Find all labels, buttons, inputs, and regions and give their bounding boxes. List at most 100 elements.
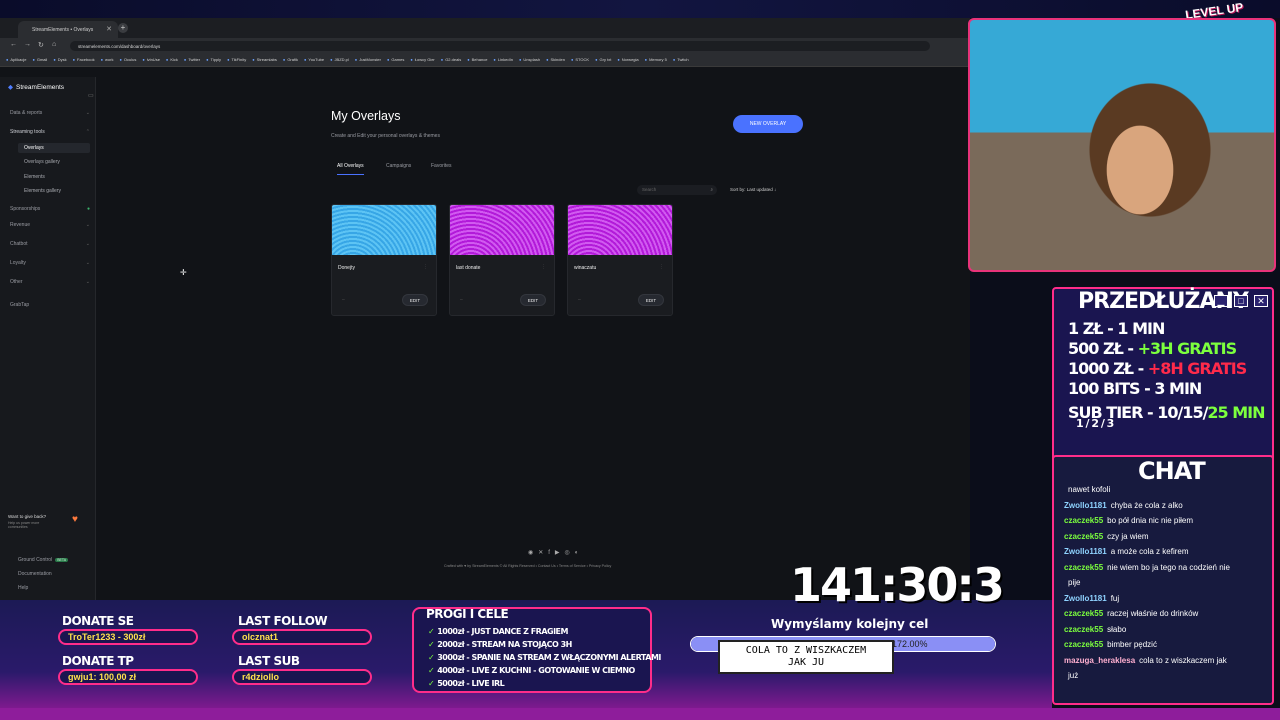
bookmark-item[interactable]: Memory 5 [645,57,667,66]
tab-favorites[interactable]: Favorites [431,163,452,169]
minimize-icon: ▁ [1214,295,1228,307]
bookmark-item[interactable]: JustMonster [355,57,381,66]
bookmark-item[interactable]: Kick [166,57,178,66]
bookmark-item[interactable]: work [101,57,113,66]
collapse-sidebar-icon[interactable]: ▭ [88,92,94,99]
bookmark-item[interactable]: Streamlabs [252,57,277,66]
bookmark-item[interactable]: LinkedIn [493,57,513,66]
sidebar-item-chatbot[interactable]: Chatbot ⌄ [10,241,90,247]
overlay-card[interactable]: winaczatu ⋮ – EDIT [567,204,673,316]
tab-all-overlays[interactable]: All Overlays [337,163,364,175]
bookmark-item[interactable]: Games [387,57,404,66]
bookmark-item[interactable]: Gry txt [595,57,612,66]
goals-panel: PROGI I CELE ✓ 1000zł - JUST DANCE Z FRAG… [412,607,661,693]
sidebar-item-loyalty[interactable]: Loyalty ⌄ [10,260,90,266]
sidebar-item-grabtap[interactable]: GrabTap [10,302,90,308]
sidebar-subitem-overlays-gallery[interactable]: Overlays gallery [24,159,60,165]
edit-button[interactable]: EDIT [520,294,546,306]
overlay-name: Donejty [338,265,355,271]
chevron-up-icon: ⌃ [85,129,90,135]
bookmark-item[interactable]: YouTube [304,57,324,66]
tab-streamelements[interactable]: StreamElements • Overlays ✕ [18,21,118,38]
rate-right: - [1137,359,1148,378]
rate-left: 500 ZŁ [1068,339,1124,358]
search-input[interactable]: Search ⌕ [637,185,717,195]
sidebar-item-label: Other [10,279,23,285]
overlay-thumbnail[interactable] [450,205,554,255]
social-icons[interactable]: ◉✕f▶◎◐ [528,549,583,556]
sort-dropdown[interactable]: Sort by: Last updated ↓ [730,187,776,192]
forward-icon[interactable]: → [24,41,31,48]
back-icon[interactable]: ← [10,41,17,48]
address-bar-row: ← → ↻ ⌂ streamelements.com/dashboard/ove… [0,38,970,54]
bookmark-item[interactable]: TikFinity [227,57,246,66]
overlay-card[interactable]: Donejty ⋮ – EDIT [331,204,437,316]
edit-button[interactable]: EDIT [402,294,428,306]
more-icon[interactable]: ⋮ [541,264,546,270]
more-icon[interactable]: ⋮ [423,264,428,270]
sidebar-item-label: Ground Control [18,557,53,563]
bookmark-item[interactable]: Oculus [120,57,136,66]
bookmark-item[interactable]: Norwegia [617,57,639,66]
chat-message: czaczek55 nie wiem bo ja tego na codzień … [1064,563,1230,572]
give-back-subtitle: Help us power more communities [8,521,40,529]
bookmark-item[interactable]: Unsplash [519,57,540,66]
sidebar-item-documentation[interactable]: Documentation [18,571,98,577]
bookmark-item[interactable]: Skinden [546,57,565,66]
bookmark-item[interactable]: Łowcy Gier [410,57,435,66]
se-logo[interactable]: StreamElements [8,83,64,91]
bookmark-item[interactable]: Behance [467,57,488,66]
sidebar-item-sponsorships[interactable]: Sponsorships ● [10,206,90,212]
edit-button[interactable]: EDIT [638,294,664,306]
home-icon[interactable]: ⌂ [52,41,56,48]
sidebar-item-label: Sponsorships [10,206,41,212]
give-back-box[interactable]: Want to give back? Help us power more co… [8,514,88,544]
card-dash: – [342,297,345,303]
bubble-line-1: COLA TO Z WISZKACZEM [745,645,867,656]
bookmark-item[interactable]: Grafik [283,57,298,66]
more-icon[interactable]: ⋮ [659,264,664,270]
donate-se-title: DONATE SE [62,614,134,628]
close-icon[interactable]: ✕ [106,25,112,33]
sidebar-item-label: Help [18,585,29,591]
tab-campaigns[interactable]: Campaigns [386,163,411,169]
stream-top-strip [0,0,1280,18]
bookmark-item[interactable]: JBZD.pl [330,57,349,66]
overlay-thumbnail[interactable] [568,205,672,255]
bookmark-item[interactable]: Aplikacje [6,57,26,66]
mouse-cursor-icon: ✛ [180,268,187,277]
card-dash: – [460,297,463,303]
new-overlay-button[interactable]: NEW OVERLAY [733,115,803,133]
footer-text: Crafted with ♥ by StreamElements © All R… [444,564,612,568]
bubble-line-2: JAK JU [787,657,825,668]
bookmark-item[interactable]: Tipply [206,57,222,66]
bookmark-item[interactable]: G2.deals [441,57,461,66]
url-field[interactable]: streamelements.com/dashboard/overlays [70,41,930,51]
sidebar-item-data-reports[interactable]: Data & reports ⌄ [10,110,90,116]
sidebar-item-streaming-tools[interactable]: Streaming tools ⌃ [10,129,90,135]
sidebar-item-revenue[interactable]: Revenue ⌄ [10,222,90,228]
bookmark-item[interactable]: lvlnUse [142,57,160,66]
sidebar-subitem-elements-gallery[interactable]: Elements gallery [24,188,61,194]
new-tab-button[interactable]: + [118,23,128,33]
reload-icon[interactable]: ↻ [38,41,44,49]
bookmark-item[interactable]: Twitch [673,57,688,66]
sidebar-subitem-elements[interactable]: Elements [24,174,45,180]
bookmark-item[interactable]: Dysk [53,57,67,66]
bookmark-item[interactable]: Gmail [32,57,47,66]
sidebar-item-help[interactable]: Help [18,585,98,591]
check-icon: ✓ [428,653,435,662]
bookmark-item[interactable]: Twitter [184,57,200,66]
chat-text: nawet kofoli [1068,485,1111,494]
sidebar-item-ground-control[interactable]: Ground Control BETA [18,557,98,563]
chat-text: pije [1068,578,1081,587]
chat-text: cola to z wiszkaczem jak [1139,655,1227,665]
sidebar-subitem-overlays[interactable]: Overlays [18,143,90,153]
overlay-card[interactable]: last donate ⋮ – EDIT [449,204,555,316]
sidebar-item-other[interactable]: Other ⌄ [10,279,90,285]
chat-message: czaczek55 bo pół dnia nic nie piłem [1064,516,1193,525]
bookmark-item[interactable]: Facebook [73,57,95,66]
bookmark-item[interactable]: STOCK [571,57,589,66]
overlay-thumbnail[interactable] [332,205,436,255]
search-icon: ⌕ [710,187,713,192]
